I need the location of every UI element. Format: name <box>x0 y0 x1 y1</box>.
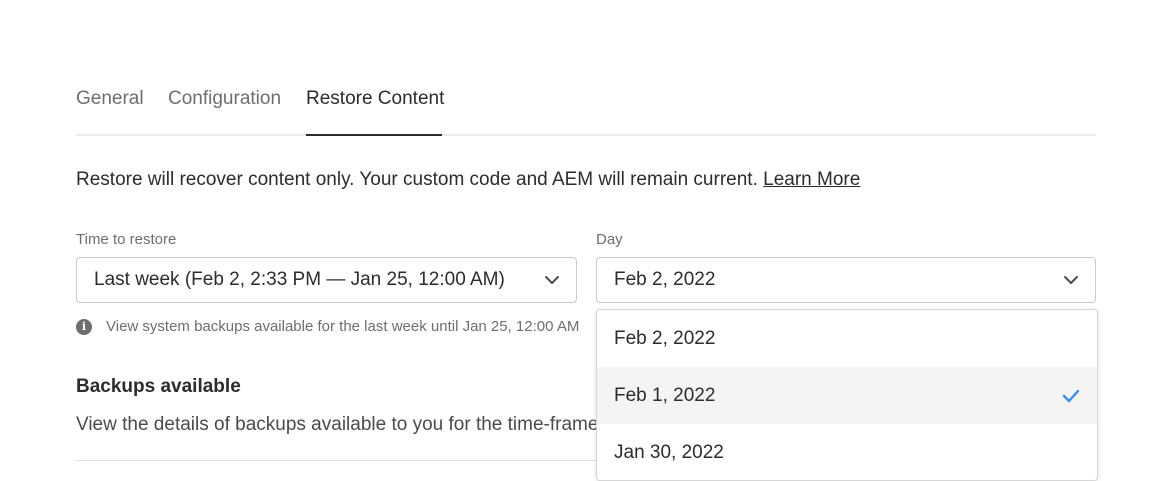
active-tab-indicator <box>306 134 442 136</box>
tab-restore-content[interactable]: Restore Content <box>306 88 444 110</box>
tab-bar-divider <box>76 134 1096 136</box>
day-value: Feb 2, 2022 <box>614 269 716 290</box>
tab-configuration[interactable]: Configuration <box>168 88 281 110</box>
day-option-label: Feb 1, 2022 <box>614 384 716 406</box>
checkmark-icon <box>1061 386 1081 406</box>
chevron-down-icon <box>1063 272 1079 288</box>
day-dropdown-menu: Feb 2, 2022 Feb 1, 2022 Jan 30, 2022 <box>596 309 1098 481</box>
backups-description: View the details of backups available to… <box>76 414 596 435</box>
backup-help-label: View system backups available for the la… <box>106 318 580 335</box>
day-option-selected[interactable]: Feb 1, 2022 <box>597 367 1097 424</box>
tab-bar: General Configuration Restore Content <box>76 80 1096 136</box>
chevron-down-icon <box>544 272 560 288</box>
time-to-restore-value: Last week (Feb 2, 2:33 PM — Jan 25, 12:0… <box>94 269 505 290</box>
day-option[interactable]: Jan 30, 2022 <box>597 424 1097 480</box>
day-option-label: Feb 2, 2022 <box>614 327 716 349</box>
day-option-label: Jan 30, 2022 <box>614 441 724 463</box>
restore-description-text: Restore will recover content only. Your … <box>76 169 764 190</box>
backups-heading: Backups available <box>76 376 241 397</box>
day-label: Day <box>596 231 623 248</box>
learn-more-link[interactable]: Learn More <box>763 169 860 190</box>
day-picker[interactable]: Feb 2, 2022 <box>596 257 1096 303</box>
backup-help-text: i View system backups available for the … <box>76 318 596 335</box>
time-to-restore-label: Time to restore <box>76 231 177 248</box>
info-icon: i <box>76 318 92 335</box>
divider <box>76 460 596 461</box>
restore-description: Restore will recover content only. Your … <box>76 169 860 191</box>
time-to-restore-picker[interactable]: Last week (Feb 2, 2:33 PM — Jan 25, 12:0… <box>76 257 577 303</box>
day-option[interactable]: Feb 2, 2022 <box>597 310 1097 367</box>
tab-general[interactable]: General <box>76 88 144 110</box>
